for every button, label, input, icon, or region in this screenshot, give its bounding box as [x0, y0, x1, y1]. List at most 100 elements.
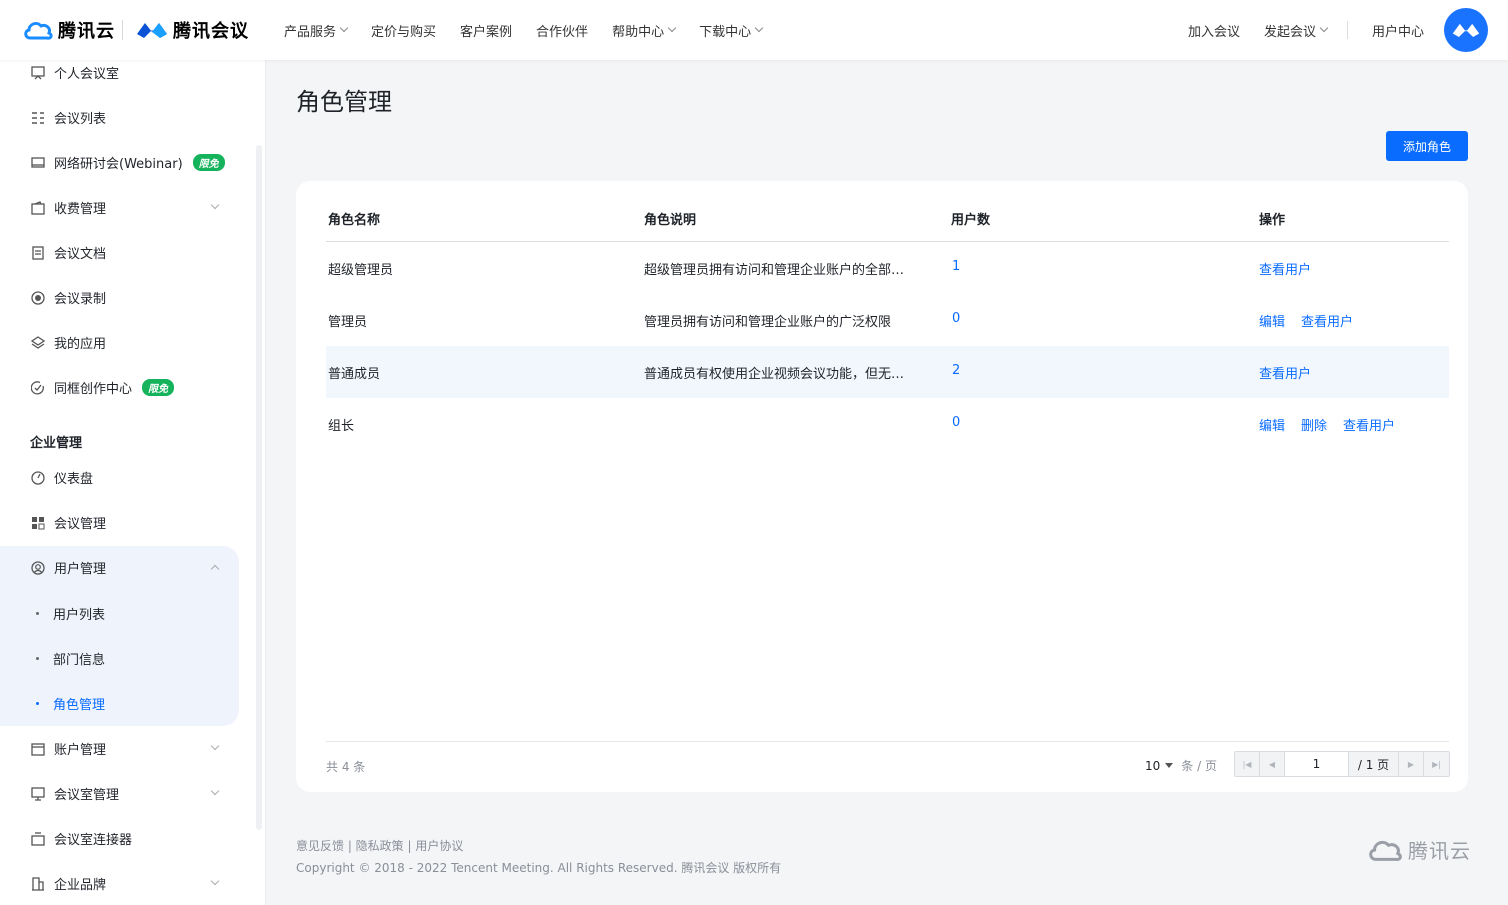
view-users-link[interactable]: 查看用户 [1301, 315, 1353, 330]
nav-help[interactable]: 帮助中心 [612, 21, 677, 40]
sidebar-sub-label: 角色管理 [53, 698, 106, 713]
nav-products[interactable]: 产品服务 [284, 21, 349, 40]
view-users-link[interactable]: 查看用户 [1259, 263, 1311, 278]
role-description: 管理员拥有访问和管理企业账户的广泛权限 [644, 315, 892, 330]
sidebar-sub-role-management[interactable]: 角色管理 [0, 681, 240, 726]
sidebar-sub-department[interactable]: 部门信息 [0, 636, 240, 681]
chevron-down-icon [667, 23, 677, 33]
sidebar-item-my-apps[interactable]: 我的应用 [0, 320, 240, 365]
view-users-link[interactable]: 查看用户 [1259, 367, 1311, 382]
sidebar-item-billing[interactable]: 收费管理 [0, 185, 240, 230]
sidebar-scrollbar[interactable] [256, 145, 262, 830]
join-meeting-link[interactable]: 加入会议 [1188, 21, 1240, 40]
tencent-meeting-logo[interactable]: 腾讯会议 [135, 17, 249, 43]
edit-link[interactable]: 编辑 [1259, 315, 1285, 330]
sidebar-item-documents[interactable]: 会议文档 [0, 230, 240, 275]
user-count[interactable]: 0 [952, 311, 960, 326]
footer-links[interactable]: 意见反馈 | 隐私政策 | 用户协议 [296, 837, 463, 854]
sidebar-item-dashboard[interactable]: 仪表盘 [0, 455, 240, 500]
total-count: 共 4 条 [326, 760, 366, 774]
prev-page-button[interactable]: ◀ [1260, 752, 1285, 776]
page-number-input[interactable]: 1 [1285, 752, 1349, 776]
user-count[interactable]: 0 [952, 415, 960, 430]
delete-link[interactable]: 删除 [1301, 419, 1327, 434]
sidebar-item-label: 仪表盘 [54, 472, 94, 487]
sidebar-item-account-management[interactable]: 账户管理 [0, 726, 240, 771]
sidebar-item-brand[interactable]: 企业品牌 [0, 861, 240, 905]
role-description: 普通成员有权使用企业视频会议功能，但无… [644, 367, 905, 382]
logo-divider [122, 20, 123, 40]
creation-icon [30, 380, 46, 396]
sidebar-item-label: 收费管理 [54, 202, 107, 217]
sidebar-item-personal-room[interactable]: 个人会议室 [0, 60, 240, 95]
start-meeting-label: 发起会议 [1263, 24, 1316, 40]
nav-pricing[interactable]: 定价与购买 [371, 21, 436, 40]
column-header-description: 角色说明 [644, 213, 697, 228]
user-circle-icon [30, 560, 46, 576]
nav-help-label: 帮助中心 [612, 24, 665, 40]
caret-down-icon [1165, 763, 1174, 768]
brand-icon [30, 876, 46, 892]
column-header-actions: 操作 [1259, 213, 1286, 228]
document-icon [30, 245, 46, 261]
table-footer-divider [326, 741, 1449, 742]
sidebar-sub-label: 部门信息 [53, 653, 106, 668]
table-row: 组长 0 编辑 删除 查看用户 [326, 398, 1449, 450]
role-name: 组长 [328, 419, 355, 434]
sidebar-sub-user-list[interactable]: 用户列表 [0, 591, 240, 636]
account-icon [30, 741, 46, 757]
nav-cases-label: 客户案例 [460, 24, 513, 40]
main-nav: 产品服务 定价与购买 客户案例 合作伙伴 帮助中心 下载中心 [284, 0, 786, 60]
chevron-down-icon [210, 876, 220, 886]
sidebar-item-label: 会议文档 [54, 247, 107, 262]
sidebar-item-label: 同框创作中心 [54, 382, 133, 397]
sidebar-item-recording[interactable]: 会议录制 [0, 275, 240, 320]
table-row: 管理员 管理员拥有访问和管理企业账户的广泛权限 0 编辑 查看用户 [326, 294, 1449, 346]
edit-link[interactable]: 编辑 [1259, 419, 1285, 434]
sidebar-item-user-management[interactable]: 用户管理 [0, 545, 240, 590]
nav-download[interactable]: 下载中心 [699, 21, 764, 40]
user-center-link[interactable]: 用户中心 [1372, 21, 1424, 40]
start-meeting-menu[interactable]: 发起会议 [1263, 21, 1329, 40]
nav-cases[interactable]: 客户案例 [460, 21, 512, 40]
connector-icon [30, 831, 46, 847]
bullet-icon [36, 612, 39, 615]
user-count[interactable]: 1 [952, 259, 960, 274]
chevron-down-icon [339, 23, 349, 33]
grid-icon [30, 515, 46, 531]
sidebar-item-room-connector[interactable]: 会议室连接器 [0, 816, 240, 861]
sidebar-item-webinar[interactable]: 网络研讨会(Webinar) 限免 [0, 140, 240, 185]
next-page-button[interactable]: ▶ [1399, 752, 1424, 776]
chevron-down-icon [210, 786, 220, 796]
nav-partners[interactable]: 合作伙伴 [536, 21, 588, 40]
top-header: 腾讯云 腾讯会议 产品服务 定价与购买 客户案例 合作伙伴 帮助中心 下载中心 … [0, 0, 1508, 60]
last-page-button[interactable]: ▶| [1424, 752, 1449, 776]
add-role-button[interactable]: 添加角色 [1386, 131, 1468, 161]
sidebar-item-label: 我的应用 [54, 337, 107, 352]
list-icon [30, 110, 46, 126]
gauge-icon [30, 470, 46, 486]
cloud-logo-icon [1369, 840, 1402, 861]
sidebar: 个人会议室 会议列表 网络研讨会(Webinar) 限免 收费管理 会议文档 会… [0, 60, 266, 905]
sidebar-item-label: 会议列表 [54, 112, 107, 127]
record-icon [30, 290, 46, 306]
sidebar-item-meeting-list[interactable]: 会议列表 [0, 95, 240, 140]
first-page-button[interactable]: |◀ [1235, 752, 1260, 776]
table-row: 超级管理员 超级管理员拥有访问和管理企业账户的全部… 1 查看用户 [326, 242, 1449, 294]
avatar[interactable] [1444, 8, 1488, 52]
column-header-user-count: 用户数 [951, 213, 991, 228]
role-name: 管理员 [328, 315, 368, 330]
page-size-select[interactable]: 10 条 / 页 [1145, 757, 1217, 774]
nav-pricing-label: 定价与购买 [371, 24, 437, 40]
last-page-icon: ▶| [1432, 759, 1441, 769]
view-users-link[interactable]: 查看用户 [1343, 419, 1395, 434]
sidebar-item-creation-center[interactable]: 同框创作中心 限免 [0, 365, 240, 410]
tencent-cloud-logo[interactable]: 腾讯云 [22, 17, 115, 43]
meeting-avatar-icon [1452, 23, 1480, 38]
total-pages: / 1 页 [1349, 752, 1399, 776]
sidebar-item-meeting-management[interactable]: 会议管理 [0, 500, 240, 545]
chevron-down-icon [210, 741, 220, 751]
room-manage-icon [30, 786, 46, 802]
sidebar-item-room-management[interactable]: 会议室管理 [0, 771, 240, 816]
user-count[interactable]: 2 [952, 363, 960, 378]
